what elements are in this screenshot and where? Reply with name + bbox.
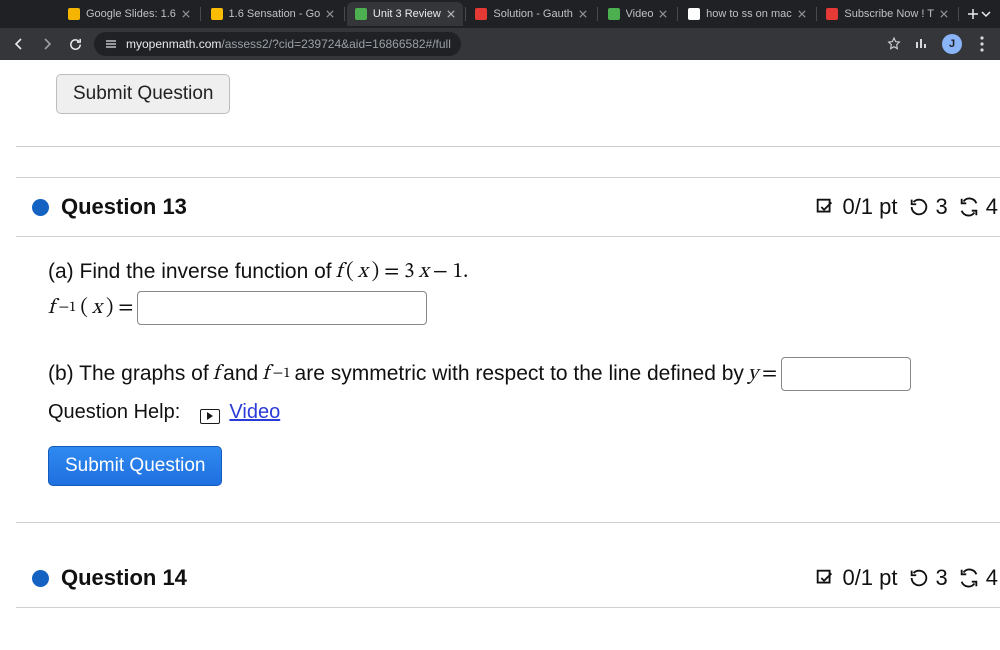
part-a-expression: f <box>336 259 342 285</box>
close-icon[interactable] <box>659 10 667 18</box>
tab-label: 1.6 Sensation - Go <box>229 8 321 20</box>
part-b-answer-input[interactable] <box>781 357 911 391</box>
tab-how-to-ss[interactable]: how to ss on mac <box>680 2 814 26</box>
back-button[interactable] <box>10 35 28 53</box>
question-13-header: Question 13 0/1 pt 3 4 <box>16 177 1000 237</box>
question-title: Question 14 <box>61 565 187 591</box>
reattempts: 4 <box>986 565 998 591</box>
site-settings-icon[interactable] <box>104 37 118 51</box>
subscribe-icon <box>826 8 838 20</box>
tab-strip: Google Slides: 1.6 1.6 Sensation - Go Un… <box>0 0 1000 28</box>
part-b-f: f <box>213 361 219 387</box>
tab-label: Subscribe Now ! T <box>844 8 934 20</box>
reload-button[interactable] <box>66 35 84 53</box>
part-a-answer-row: f−1(x) = <box>48 291 996 325</box>
browser-chrome: Google Slides: 1.6 1.6 Sensation - Go Un… <box>0 0 1000 60</box>
url-text: myopenmath.com/assess2/?cid=239724&aid=1… <box>126 37 451 51</box>
regen-icon <box>958 567 980 589</box>
tab-subscribe[interactable]: Subscribe Now ! T <box>818 2 956 26</box>
regen-icon <box>958 196 980 218</box>
kebab-menu-icon[interactable] <box>974 36 990 52</box>
close-icon[interactable] <box>579 10 587 18</box>
address-bar[interactable]: myopenmath.com/assess2/?cid=239724&aid=1… <box>94 32 461 56</box>
bookmark-star-icon[interactable] <box>886 36 902 52</box>
score-text: 0/1 pt <box>842 194 897 220</box>
part-b-and: and <box>223 362 258 386</box>
part-a-text: (a) Find the inverse function of <box>48 260 332 284</box>
question-14-header: Question 14 0/1 pt 3 4 <box>16 549 1000 608</box>
toolbar: myopenmath.com/assess2/?cid=239724&aid=1… <box>0 28 1000 60</box>
play-icon <box>200 409 220 424</box>
part-b-prompt: (b) The graphs of f and f −1 are symmetri… <box>48 357 996 391</box>
tab-google-slides[interactable]: Google Slides: 1.6 <box>60 2 198 26</box>
part-b-text-1: (b) The graphs of <box>48 362 209 386</box>
part-b-text-2: are symmetric with respect to the line d… <box>295 362 744 386</box>
part-b-finv-sup: −1 <box>273 365 291 383</box>
submit-question-button-prev[interactable]: Submit Question <box>56 74 230 114</box>
tab-label: how to ss on mac <box>706 8 792 20</box>
finv-label: f <box>48 295 54 321</box>
media-control-icon[interactable] <box>914 36 930 52</box>
tab-label: Solution - Gauth <box>493 8 573 20</box>
tab-label: Google Slides: 1.6 <box>86 8 176 20</box>
part-b-finv: f <box>262 361 268 387</box>
forward-button[interactable] <box>38 35 56 53</box>
tab-video[interactable]: Video <box>600 2 676 26</box>
check-icon <box>814 567 836 589</box>
submit-question-button[interactable]: Submit Question <box>48 446 222 486</box>
video-link[interactable]: Video <box>229 401 280 423</box>
doc-icon <box>211 8 223 20</box>
finv-paren: ( <box>80 295 88 321</box>
google-icon <box>688 8 700 20</box>
part-a-prompt: (a) Find the inverse function of f(x) = … <box>48 259 996 285</box>
retry-icon <box>908 196 930 218</box>
page-content: Submit Question Question 13 0/1 pt 3 4 (… <box>0 60 1000 608</box>
attempts-remaining: 3 <box>936 565 948 591</box>
question-help-row: Question Help: Video <box>48 401 996 424</box>
tab-label: Video <box>626 8 654 20</box>
help-label: Question Help: <box>48 401 180 423</box>
myopenmath-icon <box>355 8 367 20</box>
close-icon[interactable] <box>798 10 806 18</box>
tab-unit3-review[interactable]: Unit 3 Review <box>347 2 463 26</box>
score-text: 0/1 pt <box>842 565 897 591</box>
question-score-meta: 0/1 pt 3 4 <box>814 194 1000 220</box>
all-tabs-button[interactable] <box>979 4 992 24</box>
slides-icon <box>68 8 80 20</box>
question-13-body: (a) Find the inverse function of f(x) = … <box>16 237 1000 496</box>
reattempts: 4 <box>986 194 998 220</box>
part-b-y: y <box>748 361 758 387</box>
close-icon[interactable] <box>447 10 455 18</box>
new-tab-button[interactable] <box>967 4 980 24</box>
profile-avatar[interactable]: J <box>942 34 962 54</box>
status-dot-icon <box>32 199 49 216</box>
finv-sup: −1 <box>58 299 76 317</box>
tab-label: Unit 3 Review <box>373 8 441 20</box>
question-title: Question 13 <box>61 194 187 220</box>
gauth-icon <box>475 8 487 20</box>
tab-gauth[interactable]: Solution - Gauth <box>467 2 595 26</box>
close-icon[interactable] <box>326 10 334 18</box>
attempts-remaining: 3 <box>936 194 948 220</box>
retry-icon <box>908 567 930 589</box>
close-icon[interactable] <box>182 10 190 18</box>
close-icon[interactable] <box>940 10 948 18</box>
status-dot-icon <box>32 570 49 587</box>
video-icon <box>608 8 620 20</box>
part-a-answer-input[interactable] <box>137 291 427 325</box>
check-icon <box>814 196 836 218</box>
question-score-meta: 0/1 pt 3 4 <box>814 565 1000 591</box>
previous-question-footer: Submit Question <box>16 74 1000 147</box>
tab-sensation[interactable]: 1.6 Sensation - Go <box>203 2 343 26</box>
